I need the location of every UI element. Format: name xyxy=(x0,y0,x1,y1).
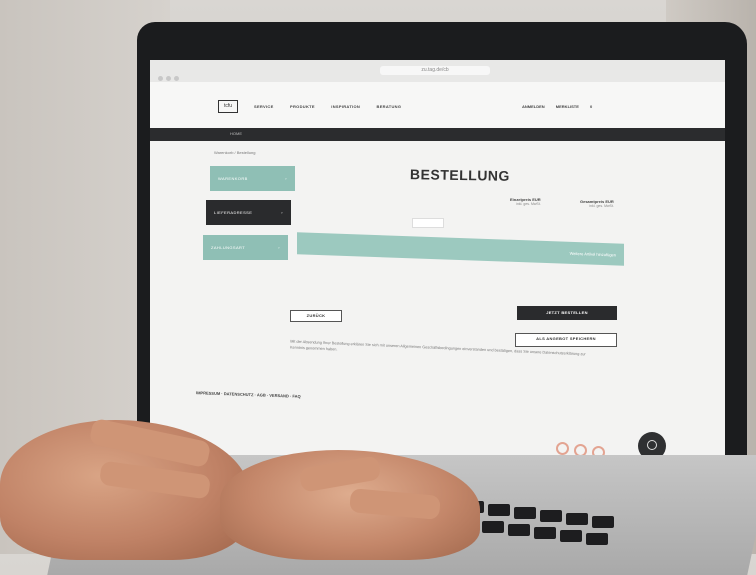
sub-nav-strip: HOME xyxy=(150,128,725,141)
site-header: tcfu SERVICE PRODUKTE INSPIRATION BERATU… xyxy=(150,82,725,128)
save-offer-button[interactable]: ALS ANGEBOT SPEICHERN xyxy=(515,333,617,347)
back-button[interactable]: ZURÜCK xyxy=(290,310,342,322)
voucher-row xyxy=(300,218,620,228)
unit-price-header: Einzelpreis EUR inkl. ges. MwSt. xyxy=(510,197,541,206)
chevron-right-icon: › xyxy=(281,210,283,215)
url-field[interactable]: zu.tag.de/cb xyxy=(380,66,490,75)
cart-count[interactable]: 0 xyxy=(590,104,592,109)
total-price-header: Gesamtpreis EUR inkl. ges. MwSt. xyxy=(580,199,614,208)
voucher-input[interactable] xyxy=(412,218,444,228)
order-now-button[interactable]: JETZT BESTELLEN xyxy=(517,306,617,320)
site-logo[interactable]: tcfu xyxy=(218,100,238,113)
sidebar-item-label: WARENKORB xyxy=(218,176,248,181)
sidebar-item-label: ZAHLUNGSART xyxy=(211,245,246,250)
sidebar-item-lieferadresse[interactable]: LIEFERADRESSE › xyxy=(206,200,291,225)
header-actions: ANMELDEN MERKLISTE 0 xyxy=(522,104,602,109)
nav-item-produkte[interactable]: PRODUKTE xyxy=(290,104,315,109)
facebook-icon[interactable] xyxy=(556,442,569,455)
chevron-right-icon: › xyxy=(278,245,280,250)
breadcrumb: Warenkorb / Bestellung xyxy=(214,150,256,155)
nav-item-beratung[interactable]: BERATUNG xyxy=(377,104,402,109)
sidebar-item-label: LIEFERADRESSE xyxy=(214,210,253,215)
strip-label[interactable]: HOME xyxy=(230,131,242,136)
add-items-label: Weitere Artikel hinzufügen xyxy=(569,250,616,258)
nav-item-service[interactable]: SERVICE xyxy=(254,104,274,109)
browser-bar: zu.tag.de/cb xyxy=(150,60,725,83)
wishlist-link[interactable]: MERKLISTE xyxy=(556,104,579,109)
page-title: BESTELLUNG xyxy=(409,166,511,184)
sidebar-item-zahlungsart[interactable]: ZAHLUNGSART › xyxy=(203,235,288,260)
chevron-right-icon: › xyxy=(285,176,287,181)
main-nav: SERVICE PRODUKTE INSPIRATION BERATUNG xyxy=(254,104,416,109)
login-link[interactable]: ANMELDEN xyxy=(522,104,545,109)
sidebar-item-warenkorb[interactable]: WARENKORB › xyxy=(210,166,295,191)
nav-item-inspiration[interactable]: INSPIRATION xyxy=(331,104,360,109)
